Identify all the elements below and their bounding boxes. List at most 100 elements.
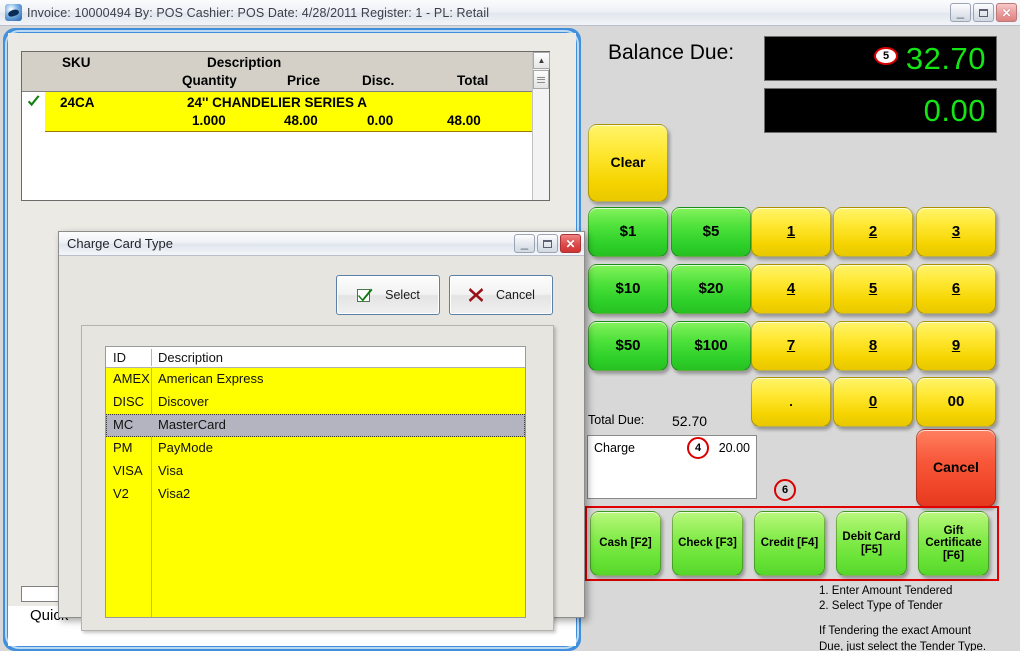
list-item-description: MasterCard xyxy=(158,417,226,432)
minimize-button[interactable]: _ xyxy=(950,3,971,22)
list-item[interactable]: VISA Visa xyxy=(106,460,525,483)
select-button-label: Select xyxy=(385,288,420,302)
numpad-key-1[interactable]: 1 xyxy=(751,207,831,257)
numpad-key-4[interactable]: 4 xyxy=(751,264,831,314)
dialog-minimize-icon: _ xyxy=(520,235,529,250)
instruction-spacer xyxy=(819,614,986,624)
dialog-title: Charge Card Type xyxy=(67,236,173,251)
instruction-line-1: 1. Enter Amount Tendered xyxy=(819,585,953,597)
balance-due-label: Balance Due: xyxy=(608,41,735,64)
instruction-line-2: 2. Select Type of Tender xyxy=(819,600,943,613)
list-item-description: Discover xyxy=(158,394,209,409)
cell-disc: 0.00 xyxy=(367,113,394,128)
amount-entered-display: 0.00 xyxy=(764,88,997,133)
tender-entry-amount: 20.00 xyxy=(718,441,750,455)
maximize-button[interactable] xyxy=(973,3,994,22)
column-header-total: Total xyxy=(457,73,489,88)
numpad-key-0[interactable]: 0 xyxy=(833,377,913,427)
numpad-key-9[interactable]: 9 xyxy=(916,321,996,371)
close-button[interactable]: ✕ xyxy=(996,3,1017,22)
cancel-transaction-button[interactable]: Cancel xyxy=(916,429,996,507)
pos-application-window: Invoice: 10000494 By: POS Cashier: POS D… xyxy=(0,0,1020,651)
cell-total: 48.00 xyxy=(447,113,481,128)
maximize-icon xyxy=(974,4,993,21)
x-mark-icon xyxy=(467,287,484,304)
denomination-button-1[interactable]: $1 xyxy=(588,207,668,257)
listview-header-description: Description xyxy=(158,350,224,365)
list-item-id: DISC xyxy=(113,394,145,409)
tender-entry-list[interactable]: Charge 20.00 xyxy=(587,435,757,499)
dialog-maximize-button[interactable] xyxy=(537,234,558,253)
numpad-key-7[interactable]: 7 xyxy=(751,321,831,371)
numpad-key-decimal[interactable]: . xyxy=(751,377,831,427)
row-selected-checkmark-cell xyxy=(22,92,45,132)
list-item[interactable]: PM PayMode xyxy=(106,437,525,460)
scrollbar-thumb[interactable] xyxy=(533,70,549,89)
denomination-button-100[interactable]: $100 xyxy=(671,321,751,371)
list-item[interactable]: V2 Visa2 xyxy=(106,483,525,506)
invoice-grid-header: SKU Description Quantity Price Disc. Tot… xyxy=(22,52,549,92)
table-row[interactable]: 24CA 24'' CHANDELIER SERIES A 1.000 48.0… xyxy=(22,92,549,132)
invoice-line-grid[interactable]: SKU Description Quantity Price Disc. Tot… xyxy=(21,51,550,201)
clear-button[interactable]: Clear xyxy=(588,124,668,202)
dialog-close-icon: ✕ xyxy=(565,236,576,251)
denomination-button-10[interactable]: $10 xyxy=(588,264,668,314)
dialog-maximize-icon xyxy=(538,235,557,252)
window-controls: _ ✕ xyxy=(950,3,1017,22)
numpad-key-00[interactable]: 00 xyxy=(916,377,996,427)
denomination-button-20[interactable]: $20 xyxy=(671,264,751,314)
listview-header-id: ID xyxy=(113,350,126,365)
charge-card-type-dialog: Charge Card Type _ ✕ Select Cancel ID De… xyxy=(58,231,585,631)
column-header-sku: SKU xyxy=(62,55,91,70)
balance-due-value: 32.70 xyxy=(905,40,986,76)
window-title: Invoice: 10000494 By: POS Cashier: POS D… xyxy=(27,5,490,20)
list-item-id: PM xyxy=(113,440,133,455)
denomination-button-5[interactable]: $5 xyxy=(671,207,751,257)
tender-entry-label: Charge xyxy=(594,441,635,455)
numpad-key-2[interactable]: 2 xyxy=(833,207,913,257)
cell-price: 48.00 xyxy=(284,113,318,128)
tender-credit-button[interactable]: Credit [F4] xyxy=(754,511,825,576)
application-icon xyxy=(5,4,22,21)
tender-check-button[interactable]: Check [F3] xyxy=(672,511,743,576)
instruction-line-3: If Tendering the exact Amount xyxy=(819,625,971,638)
numpad-key-5[interactable]: 5 xyxy=(833,264,913,314)
card-type-listview[interactable]: ID Description AMEX American Express DIS… xyxy=(105,346,526,618)
annotation-badge-5: 5 xyxy=(874,47,898,65)
annotation-badge-4: 4 xyxy=(687,437,709,459)
tender-gift-certificate-button[interactable]: Gift Certificate [F6] xyxy=(918,511,989,576)
list-item[interactable]: DISC Discover xyxy=(106,391,525,414)
dialog-close-button[interactable]: ✕ xyxy=(560,234,581,253)
dialog-minimize-button[interactable]: _ xyxy=(514,234,535,253)
tender-debit-card-button[interactable]: Debit Card [F5] xyxy=(836,511,907,576)
dialog-titlebar: Charge Card Type _ ✕ xyxy=(59,232,584,256)
annotation-badge-6: 6 xyxy=(774,479,796,501)
cell-sku: 24CA xyxy=(60,95,95,110)
close-icon: ✕ xyxy=(1001,5,1012,20)
invoice-grid-scrollbar[interactable]: ▲ xyxy=(532,52,550,200)
list-item-description: Visa xyxy=(158,463,184,478)
tender-instructions: 1. Enter Amount Tendered 2. Select Type … xyxy=(819,584,986,651)
denomination-button-50[interactable]: $50 xyxy=(588,321,668,371)
list-item[interactable]: AMEX American Express xyxy=(106,368,525,391)
grip-lines-icon xyxy=(537,75,545,84)
numpad-key-6[interactable]: 6 xyxy=(916,264,996,314)
tender-cash-button[interactable]: Cash [F2] xyxy=(590,511,661,576)
numpad-key-8[interactable]: 8 xyxy=(833,321,913,371)
amount-entered-value: 0.00 xyxy=(923,92,986,128)
list-item-selected[interactable]: MC MasterCard xyxy=(106,414,525,437)
cell-quantity: 1.000 xyxy=(192,113,226,128)
checkmark-icon xyxy=(27,95,40,107)
minimize-icon: _ xyxy=(956,4,965,19)
select-button[interactable]: Select xyxy=(336,275,440,315)
numpad-key-3[interactable]: 3 xyxy=(916,207,996,257)
column-header-price: Price xyxy=(287,73,321,88)
checkmark-icon xyxy=(356,287,373,304)
window-titlebar: Invoice: 10000494 By: POS Cashier: POS D… xyxy=(0,0,1020,26)
scroll-up-arrow-icon[interactable]: ▲ xyxy=(533,52,550,69)
total-due-value: 52.70 xyxy=(672,413,708,429)
tender-panel: Balance Due: 32.70 5 0.00 Clear $1 $5 $1… xyxy=(584,28,1020,651)
total-due-label: Total Due: xyxy=(588,413,645,427)
dialog-cancel-button-label: Cancel xyxy=(496,288,535,302)
dialog-cancel-button[interactable]: Cancel xyxy=(449,275,553,315)
